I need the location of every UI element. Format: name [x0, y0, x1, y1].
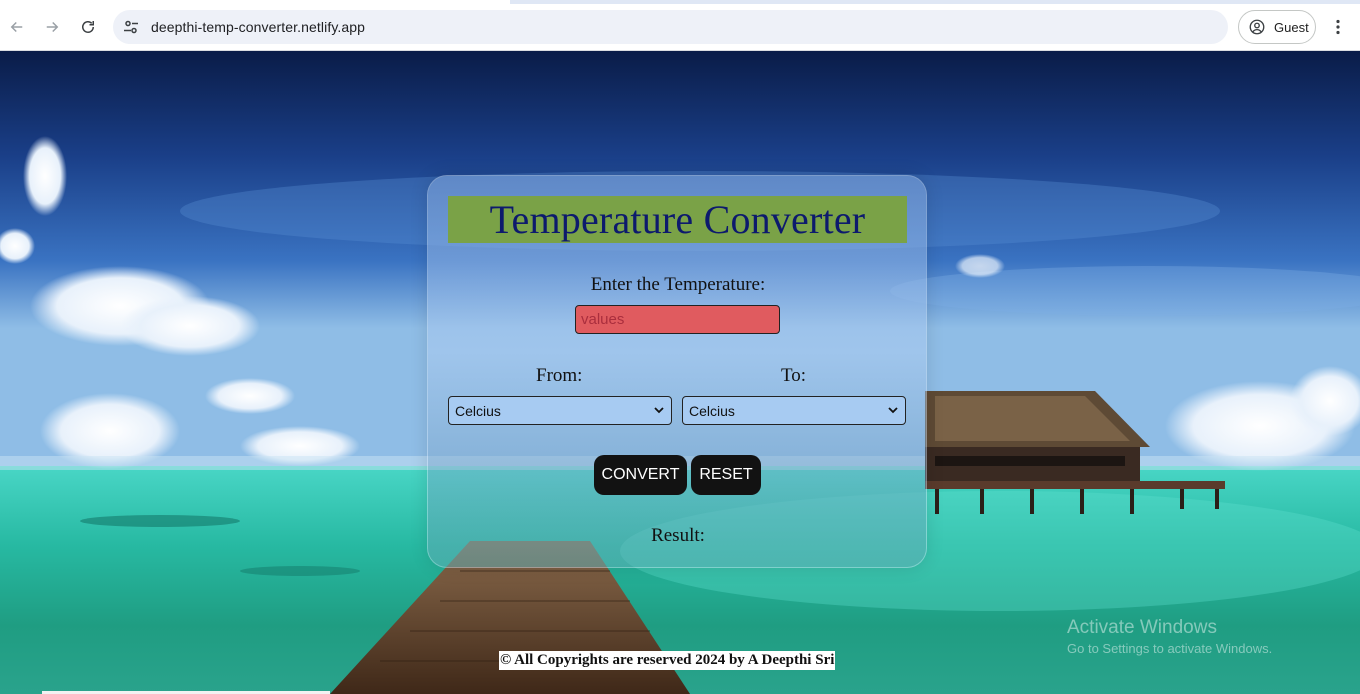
back-button[interactable]: [2, 12, 32, 42]
url-text[interactable]: deepthi-temp-converter.netlify.app: [151, 19, 365, 35]
active-tab-edge[interactable]: [0, 0, 510, 4]
result-label: Result:: [651, 525, 705, 546]
copyright-footer: © All Copyrights are reserved 2024 by A …: [499, 651, 836, 670]
from-unit-select-wrapper: Celcius: [448, 396, 672, 425]
page-title: Temperature Converter: [489, 196, 866, 242]
tab-strip-edge: [0, 0, 1360, 4]
site-info-button[interactable]: [119, 15, 143, 39]
title-banner: Temperature Converter: [448, 196, 907, 243]
activate-windows-watermark: Activate Windows Go to Settings to activ…: [1067, 616, 1272, 658]
temperature-input[interactable]: [575, 305, 780, 334]
more-vertical-icon: [1336, 19, 1340, 35]
tune-icon: [124, 20, 138, 34]
page-viewport: Temperature Converter Enter the Temperat…: [0, 51, 1360, 694]
browser-toolbar: deepthi-temp-converter.netlify.app Guest: [0, 0, 1360, 51]
account-circle-icon: [1249, 19, 1265, 35]
profile-button[interactable]: Guest: [1238, 10, 1316, 44]
converter-card: Temperature Converter Enter the Temperat…: [427, 175, 927, 568]
to-unit-select-wrapper: Celcius: [682, 396, 906, 425]
to-unit-select[interactable]: Celcius: [682, 396, 906, 425]
from-label: From:: [536, 365, 583, 386]
reload-icon: [82, 21, 94, 33]
arrow-right-icon: [46, 21, 59, 33]
reset-button[interactable]: RESET: [691, 455, 761, 495]
address-bar[interactable]: deepthi-temp-converter.netlify.app: [113, 10, 1228, 44]
forward-button[interactable]: [37, 12, 67, 42]
from-unit-select[interactable]: Celcius: [448, 396, 672, 425]
reload-button[interactable]: [73, 12, 103, 42]
profile-label: Guest: [1274, 19, 1309, 35]
browser-menu-button[interactable]: [1325, 12, 1351, 42]
to-label: To:: [781, 365, 807, 386]
watermark-title: Activate Windows: [1067, 617, 1217, 638]
convert-button[interactable]: CONVERT: [594, 455, 687, 495]
temperature-label: Enter the Temperature:: [590, 274, 766, 295]
arrow-left-icon: [10, 21, 23, 33]
watermark-subtitle: Go to Settings to activate Windows.: [1067, 641, 1273, 656]
